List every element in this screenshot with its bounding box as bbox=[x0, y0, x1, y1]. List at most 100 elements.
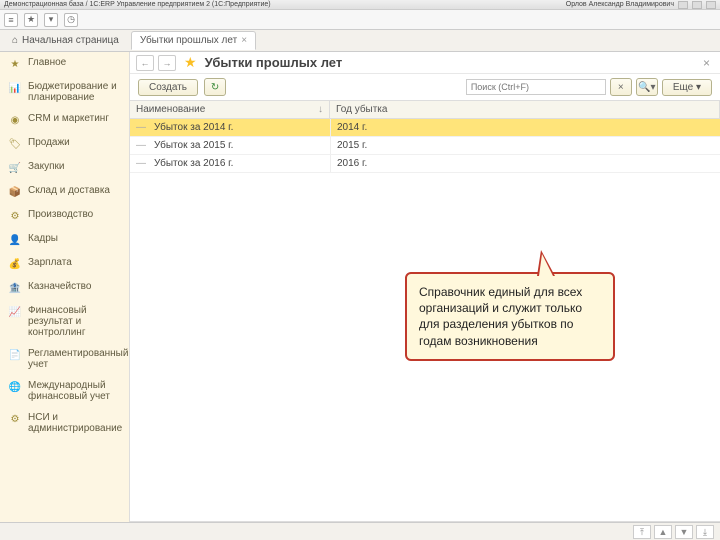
sidebar-item-treasury[interactable]: 🏦 Казначейство bbox=[0, 276, 129, 300]
factory-icon: ⚙ bbox=[8, 209, 22, 223]
main-toolbar: ≡ ★ ▾ ◷ bbox=[0, 10, 720, 30]
search-input[interactable] bbox=[466, 79, 606, 95]
tab-home[interactable]: ⌂ Начальная страница bbox=[4, 32, 127, 49]
tab-close-icon[interactable]: × bbox=[241, 35, 247, 46]
table-row[interactable]: — Убыток за 2015 г. 2015 г. bbox=[130, 137, 720, 155]
status-bar: ⤒ ▲ ▼ ⤓ bbox=[0, 522, 720, 540]
minimize-icon[interactable] bbox=[678, 1, 688, 9]
row-icon: — bbox=[130, 119, 148, 136]
sidebar-item-label: Международный финансовый учет bbox=[28, 380, 121, 402]
row-icon: — bbox=[130, 155, 148, 172]
sidebar: ★Главное 📊Бюджетирование и планирование … bbox=[0, 52, 130, 522]
cell-name: Убыток за 2014 г. bbox=[148, 119, 330, 136]
page-title: Убытки прошлых лет bbox=[205, 55, 343, 70]
sidebar-item-label: Производство bbox=[28, 209, 93, 220]
bank-icon: 🏦 bbox=[8, 281, 22, 295]
table-row[interactable]: — Убыток за 2016 г. 2016 г. bbox=[130, 155, 720, 173]
star-icon: ★ bbox=[8, 57, 22, 71]
callout-text: Справочник единый для всех организаций и… bbox=[419, 285, 582, 348]
sidebar-item-label: Главное bbox=[28, 57, 66, 68]
table-header: Наименование ↓ Год убытка bbox=[130, 100, 720, 119]
row-icon: — bbox=[130, 137, 148, 154]
cell-name: Убыток за 2015 г. bbox=[148, 137, 330, 154]
sidebar-item-budgeting[interactable]: 📊 Бюджетирование и планирование bbox=[0, 76, 129, 108]
graph-icon: 📈 bbox=[8, 305, 22, 319]
sidebar-item-label: НСИ и администрирование bbox=[28, 412, 122, 434]
money-icon: 💰 bbox=[8, 257, 22, 271]
maximize-icon[interactable] bbox=[692, 1, 702, 9]
window-close-icon[interactable] bbox=[706, 1, 716, 9]
sidebar-item-label: Зарплата bbox=[28, 257, 72, 268]
chart-icon: 📊 bbox=[8, 81, 22, 95]
tab-home-label: Начальная страница bbox=[22, 35, 119, 46]
back-button[interactable]: ← bbox=[136, 55, 154, 71]
clear-search-button[interactable]: × bbox=[610, 78, 632, 96]
menu-icon[interactable]: ≡ bbox=[4, 13, 18, 27]
sidebar-item-salary[interactable]: 💰 Зарплата bbox=[0, 252, 129, 276]
sidebar-item-finance[interactable]: 📈 Финансовый результат и контроллинг bbox=[0, 300, 129, 343]
sidebar-item-admin[interactable]: ⚙ НСИ и администрирование bbox=[0, 407, 129, 439]
more-button[interactable]: Еще ▾ bbox=[662, 79, 712, 96]
sidebar-item-label: Казначейство bbox=[28, 281, 91, 292]
sort-asc-icon: ↓ bbox=[318, 104, 323, 115]
scroll-bottom-button[interactable]: ⤓ bbox=[696, 525, 714, 539]
page-close-icon[interactable]: × bbox=[699, 56, 714, 70]
favorite-star-icon[interactable]: ★ bbox=[184, 54, 197, 71]
tag-icon: 🏷 bbox=[8, 137, 22, 151]
person-icon: 👤 bbox=[8, 233, 22, 247]
col-year-label: Год убытка bbox=[336, 104, 387, 115]
window-title-right: Орлов Александр Владимирович bbox=[566, 1, 674, 9]
tab-losses-label: Убытки прошлых лет bbox=[140, 35, 237, 46]
main-area: ← → ★ Убытки прошлых лет × Создать ↻ × 🔍… bbox=[130, 52, 720, 522]
window-titlebar: Демонстрационная база / 1С:ERP Управлени… bbox=[0, 0, 720, 10]
home-icon: ⌂ bbox=[12, 35, 18, 46]
cell-year: 2016 г. bbox=[330, 155, 720, 172]
gear-icon: ⚙ bbox=[8, 412, 22, 426]
toolbar-star-icon[interactable]: ★ bbox=[24, 13, 38, 27]
table-row[interactable]: — Убыток за 2014 г. 2014 г. bbox=[130, 119, 720, 137]
sidebar-item-hr[interactable]: 👤 Кадры bbox=[0, 228, 129, 252]
cell-year: 2014 г. bbox=[330, 119, 720, 136]
dropdown-icon[interactable]: ▾ bbox=[44, 13, 58, 27]
sidebar-item-label: Бюджетирование и планирование bbox=[28, 81, 121, 103]
sidebar-item-purchases[interactable]: 🛒 Закупки bbox=[0, 156, 129, 180]
sidebar-item-label: CRM и маркетинг bbox=[28, 113, 109, 124]
doc-icon: 📄 bbox=[8, 348, 22, 362]
sidebar-item-label: Кадры bbox=[28, 233, 58, 244]
tab-losses[interactable]: Убытки прошлых лет × bbox=[131, 31, 256, 50]
col-name-label: Наименование bbox=[136, 104, 205, 115]
sidebar-item-label: Склад и доставка bbox=[28, 185, 110, 196]
search-button[interactable]: 🔍▾ bbox=[636, 78, 658, 96]
sidebar-item-label: Продажи bbox=[28, 137, 70, 148]
column-year-header[interactable]: Год убытка bbox=[330, 101, 720, 118]
annotation-callout: Справочник единый для всех организаций и… bbox=[405, 272, 615, 361]
forward-button[interactable]: → bbox=[158, 55, 176, 71]
scroll-up-button[interactable]: ▲ bbox=[654, 525, 672, 539]
cell-year: 2015 г. bbox=[330, 137, 720, 154]
sidebar-item-main[interactable]: ★ Главное bbox=[0, 52, 129, 76]
sidebar-item-label: Финансовый результат и контроллинг bbox=[28, 305, 121, 338]
sidebar-item-warehouse[interactable]: 📦 Склад и доставка bbox=[0, 180, 129, 204]
sidebar-item-crm[interactable]: ◉ CRM и маркетинг bbox=[0, 108, 129, 132]
window-title-left: Демонстрационная база / 1С:ERP Управлени… bbox=[4, 1, 271, 8]
sidebar-item-production[interactable]: ⚙ Производство bbox=[0, 204, 129, 228]
sidebar-item-regulated[interactable]: 📄 Регламентированный учет bbox=[0, 343, 129, 375]
box-icon: 📦 bbox=[8, 185, 22, 199]
scroll-down-button[interactable]: ▼ bbox=[675, 525, 693, 539]
refresh-button[interactable]: ↻ bbox=[204, 78, 226, 96]
action-bar: Создать ↻ × 🔍▾ Еще ▾ bbox=[130, 74, 720, 100]
page-header: ← → ★ Убытки прошлых лет × bbox=[130, 52, 720, 74]
globe-icon: 🌐 bbox=[8, 380, 22, 394]
sidebar-item-sales[interactable]: 🏷 Продажи bbox=[0, 132, 129, 156]
cart-icon: 🛒 bbox=[8, 161, 22, 175]
cell-name: Убыток за 2016 г. bbox=[148, 155, 330, 172]
history-icon[interactable]: ◷ bbox=[64, 13, 78, 27]
people-icon: ◉ bbox=[8, 113, 22, 127]
scroll-top-button[interactable]: ⤒ bbox=[633, 525, 651, 539]
sidebar-item-label: Регламентированный учет bbox=[28, 348, 128, 370]
column-name-header[interactable]: Наименование ↓ bbox=[130, 101, 330, 118]
sidebar-item-international[interactable]: 🌐 Международный финансовый учет bbox=[0, 375, 129, 407]
create-button[interactable]: Создать bbox=[138, 79, 198, 96]
tab-bar: ⌂ Начальная страница Убытки прошлых лет … bbox=[0, 30, 720, 52]
sidebar-item-label: Закупки bbox=[28, 161, 64, 172]
